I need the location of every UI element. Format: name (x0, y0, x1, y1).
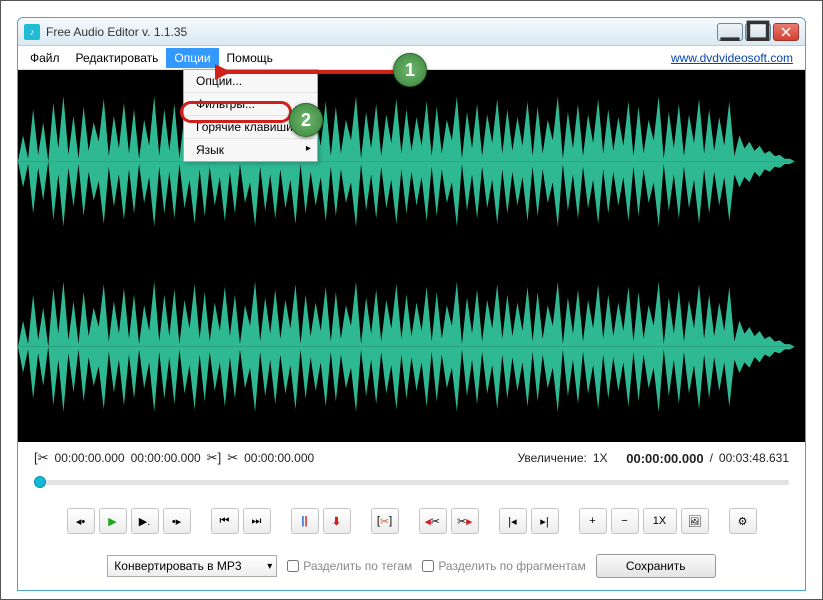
time-separator: / (710, 451, 713, 465)
zoom-out-button[interactable]: − (611, 508, 639, 534)
toolbar: ◂• ▶ ▶. •▸ ⏮ ⏭ || ⬇ [✂] ◂✂ ✂▸ |◂ ▸| + (34, 502, 789, 540)
split-fragments-label: Разделить по фрагментам (438, 559, 585, 573)
window-title: Free Audio Editor v. 1.1.35 (46, 25, 717, 39)
forward-end-button[interactable]: •▸ (163, 508, 191, 534)
dropdown-language[interactable]: Язык ▸ (184, 139, 317, 161)
go-start-button[interactable]: |◂ (499, 508, 527, 534)
annotation-badge-1: 1 (393, 53, 427, 87)
scissors-icon: [✂ (34, 450, 49, 466)
titlebar: ♪ Free Audio Editor v. 1.1.35 (18, 18, 805, 46)
total-time: 00:03:48.631 (719, 451, 789, 465)
selection-start: 00:00:00.000 (55, 451, 125, 465)
skip-prev-button[interactable]: ⏮ (211, 508, 239, 534)
format-label: Конвертировать в MP3 (114, 559, 241, 573)
cut-button[interactable]: [✂] (371, 508, 399, 534)
minimize-button[interactable] (717, 23, 743, 41)
zoom-in-button[interactable]: + (579, 508, 607, 534)
scissors-close-icon: ✂] (207, 450, 222, 466)
trim-start-button[interactable]: ◂✂ (419, 508, 447, 534)
dropdown-language-label: Язык (196, 143, 224, 157)
zoom-label: Увеличение: (517, 451, 586, 465)
waveform-display[interactable] (18, 70, 805, 442)
split-fragments-checkbox[interactable]: Разделить по фрагментам (422, 559, 585, 573)
image-button[interactable]: 🖼 (681, 508, 709, 534)
annotation-badge-2: 2 (289, 103, 323, 137)
play-selection-button[interactable]: ▶. (131, 508, 159, 534)
play-button[interactable]: ▶ (99, 508, 127, 534)
menu-file[interactable]: Файл (22, 48, 68, 68)
close-button[interactable] (773, 23, 799, 41)
position-slider[interactable] (34, 476, 789, 488)
skip-next-button[interactable]: ⏭ (243, 508, 271, 534)
menu-edit[interactable]: Редактировать (68, 48, 167, 68)
menu-options[interactable]: Опции (166, 48, 218, 68)
settings-button[interactable]: ⚙ (729, 508, 757, 534)
trim-end-button[interactable]: ✂▸ (451, 508, 479, 534)
cursor-position: 00:00:00.000 (244, 451, 314, 465)
annotation-arrow (215, 57, 415, 87)
rewind-start-button[interactable]: ◂• (67, 508, 95, 534)
chevron-right-icon: ▸ (306, 143, 311, 154)
selection-end: 00:00:00.000 (131, 451, 201, 465)
scissors-cursor-icon: ✂ (227, 450, 238, 466)
current-time: 00:00:00.000 (626, 451, 703, 466)
format-combo[interactable]: Конвертировать в MP3 (107, 555, 277, 577)
site-link[interactable]: www.dvdvideosoft.com (671, 51, 793, 65)
marker-blue-button[interactable]: || (291, 508, 319, 534)
split-tags-input[interactable] (287, 560, 299, 572)
app-icon: ♪ (24, 24, 40, 40)
save-button[interactable]: Сохранить (596, 554, 716, 578)
marker-red-button[interactable]: ⬇ (323, 508, 351, 534)
zoom-value: 1X (593, 451, 608, 465)
go-end-button[interactable]: ▸| (531, 508, 559, 534)
split-tags-label: Разделить по тегам (303, 559, 412, 573)
split-fragments-input[interactable] (422, 560, 434, 572)
zoom-reset-button[interactable]: 1X (643, 508, 677, 534)
split-tags-checkbox[interactable]: Разделить по тегам (287, 559, 412, 573)
slider-thumb[interactable] (34, 476, 46, 488)
maximize-button[interactable] (745, 23, 771, 41)
